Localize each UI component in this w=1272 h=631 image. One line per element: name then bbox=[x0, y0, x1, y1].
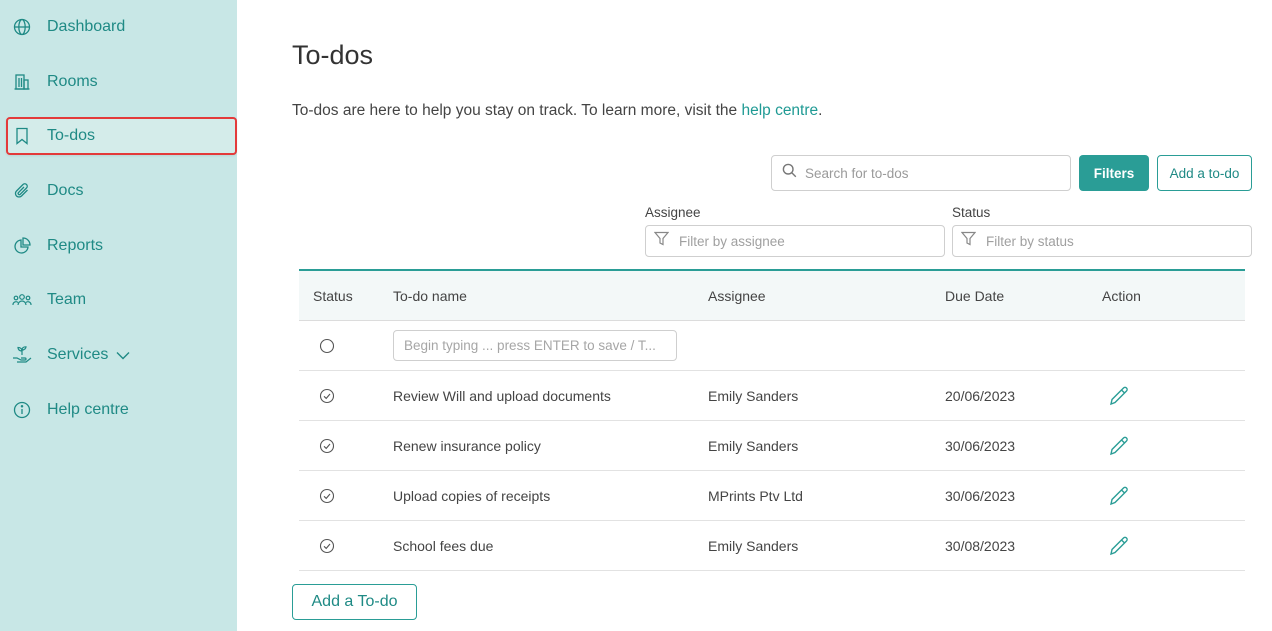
sidebar-item-label: Reports bbox=[47, 237, 104, 254]
assignee-filter-input[interactable] bbox=[677, 232, 921, 250]
pencil-icon[interactable] bbox=[1105, 482, 1133, 510]
table-row: Renew insurance policy Emily Sanders 30/… bbox=[299, 421, 1245, 471]
sidebar-item-reports[interactable]: Reports bbox=[6, 227, 237, 265]
todo-assignee: Emily Sanders bbox=[708, 387, 799, 404]
check-circle-icon[interactable] bbox=[319, 471, 335, 520]
pencil-icon[interactable] bbox=[1105, 432, 1133, 460]
sidebar-item-todos[interactable]: To-dos bbox=[6, 117, 237, 155]
sidebar-item-help-centre[interactable]: Help centre bbox=[6, 391, 237, 429]
intro-text: To-dos are here to help you stay on trac… bbox=[292, 102, 823, 119]
header-assignee: Assignee bbox=[708, 287, 766, 304]
filter-icon bbox=[653, 231, 670, 251]
sidebar-item-docs[interactable]: Docs bbox=[6, 172, 237, 210]
sidebar-item-label: To-dos bbox=[47, 127, 96, 144]
sidebar-item-label: Rooms bbox=[47, 73, 98, 90]
check-circle-icon[interactable] bbox=[319, 521, 335, 570]
assignee-filter-label: Assignee bbox=[645, 205, 701, 220]
filter-icon bbox=[960, 231, 977, 251]
info-icon bbox=[12, 400, 32, 420]
globe-icon bbox=[12, 17, 32, 37]
todo-assignee: MPrints Ptv Ltd bbox=[708, 487, 803, 504]
todo-due-date: 30/06/2023 bbox=[945, 437, 1016, 454]
check-circle-icon[interactable] bbox=[319, 421, 335, 470]
header-action: Action bbox=[1102, 287, 1141, 304]
sidebar-item-dashboard[interactable]: Dashboard bbox=[6, 8, 237, 46]
building-icon bbox=[12, 72, 32, 92]
todo-assignee: Emily Sanders bbox=[708, 437, 799, 454]
paperclip-icon bbox=[12, 181, 32, 201]
sidebar-item-label: Dashboard bbox=[47, 18, 126, 35]
todo-due-date: 30/06/2023 bbox=[945, 487, 1016, 504]
sidebar-item-rooms[interactable]: Rooms bbox=[6, 63, 237, 101]
pie-chart-icon bbox=[12, 236, 32, 256]
sidebar-item-label: Docs bbox=[47, 182, 84, 199]
add-todo-bottom-button[interactable]: Add a To-do bbox=[292, 584, 417, 620]
status-circle-icon[interactable] bbox=[319, 321, 335, 370]
sidebar-item-services[interactable]: Services bbox=[6, 336, 237, 374]
sidebar-item-label: Help centre bbox=[47, 401, 129, 418]
sidebar-item-label: Services bbox=[47, 346, 109, 363]
sidebar-item-label: Team bbox=[47, 291, 87, 308]
todo-due-date: 30/08/2023 bbox=[945, 537, 1016, 554]
page-title: To-dos bbox=[292, 40, 374, 70]
table-header: Status To-do name Assignee Due Date Acti… bbox=[299, 271, 1245, 321]
hand-plant-icon bbox=[12, 345, 32, 365]
new-todo-input[interactable] bbox=[393, 330, 677, 361]
search-box bbox=[771, 155, 1071, 191]
header-name: To-do name bbox=[393, 287, 467, 304]
todo-name: Renew insurance policy bbox=[393, 437, 541, 454]
status-filter-input[interactable] bbox=[984, 232, 1228, 250]
todo-assignee: Emily Sanders bbox=[708, 537, 799, 554]
assignee-filter bbox=[645, 225, 945, 257]
todo-name: Review Will and upload documents bbox=[393, 387, 611, 404]
todos-table: Status To-do name Assignee Due Date Acti… bbox=[299, 269, 1245, 571]
status-filter-label: Status bbox=[952, 205, 991, 220]
todo-name: School fees due bbox=[393, 537, 494, 554]
help-centre-link[interactable]: help centre bbox=[741, 102, 818, 119]
add-todo-button[interactable]: Add a to-do bbox=[1157, 155, 1252, 191]
status-filter bbox=[952, 225, 1252, 257]
header-status: Status bbox=[313, 287, 353, 304]
table-row: Review Will and upload documents Emily S… bbox=[299, 371, 1245, 421]
todo-name: Upload copies of receipts bbox=[393, 487, 551, 504]
header-due-date: Due Date bbox=[945, 287, 1005, 304]
search-input[interactable] bbox=[803, 164, 1057, 182]
sidebar-item-team[interactable]: Team bbox=[6, 281, 237, 319]
new-todo-row bbox=[299, 321, 1245, 371]
chevron-down-icon[interactable] bbox=[116, 351, 130, 360]
bookmark-icon bbox=[12, 126, 32, 146]
pencil-icon[interactable] bbox=[1105, 382, 1133, 410]
pencil-icon[interactable] bbox=[1105, 532, 1133, 560]
table-row: School fees due Emily Sanders 30/08/2023 bbox=[299, 521, 1245, 571]
todo-due-date: 20/06/2023 bbox=[945, 387, 1016, 404]
sidebar: Dashboard Rooms To-dos Docs Reports Team… bbox=[0, 0, 237, 631]
table-row: Upload copies of receipts MPrints Ptv Lt… bbox=[299, 471, 1245, 521]
filters-button[interactable]: Filters bbox=[1079, 155, 1149, 191]
check-circle-icon[interactable] bbox=[319, 371, 335, 420]
team-icon bbox=[12, 290, 32, 310]
search-icon bbox=[782, 163, 797, 183]
